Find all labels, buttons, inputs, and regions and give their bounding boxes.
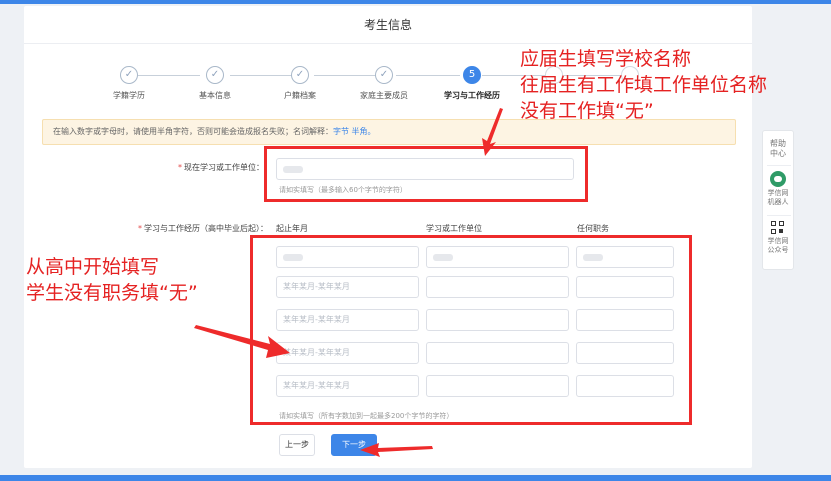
check-icon: ✓: [206, 66, 224, 84]
required-mark: *: [178, 163, 182, 172]
step-4[interactable]: ✓ 家庭主要成员: [344, 66, 424, 101]
history-label: * 学习与工作经历（高中毕业后起）：: [118, 223, 268, 234]
check-icon: ✓: [375, 66, 393, 84]
page-title: 考生信息: [24, 6, 752, 44]
required-mark: *: [138, 224, 142, 233]
column-header-unit: 学习或工作单位: [426, 224, 482, 233]
annotation-line: 没有工作填“无”: [520, 100, 654, 122]
column-header-period: 起止年月: [276, 224, 308, 233]
step-1[interactable]: ✓ 学籍学历: [89, 66, 169, 101]
robot-icon: [770, 171, 786, 187]
top-accent-strip: [0, 0, 831, 4]
annotation-text-left: 从高中开始填写 学生没有职务填“无”: [26, 254, 198, 306]
annotation-text-top: 应届生填写学校名称 往届生有工作填工作单位名称 没有工作填“无”: [520, 46, 767, 124]
step-label: 户籍档案: [284, 91, 316, 100]
step-label: 学习与工作经历: [444, 91, 500, 100]
step-2[interactable]: ✓ 基本信息: [175, 66, 255, 101]
qr-code-icon: [771, 221, 785, 235]
robot-link[interactable]: 学信网 机器人: [763, 171, 793, 207]
divider: [767, 215, 791, 216]
official-account-link[interactable]: 学信网 公众号: [763, 221, 793, 255]
bottom-accent-strip: [0, 475, 831, 481]
annotation-line: 往届生有工作填工作单位名称: [520, 74, 768, 96]
help-center-label: 帮助 中心: [770, 139, 786, 158]
check-icon: ✓: [291, 66, 309, 84]
side-panel: 帮助 中心 学信网 机器人 学信网 公众号: [762, 130, 794, 270]
column-header-position: 任何职务: [577, 224, 609, 233]
help-center-link[interactable]: 帮助 中心: [763, 139, 793, 159]
next-button[interactable]: 下一步: [331, 434, 377, 456]
official-account-label: 学信网 公众号: [767, 237, 789, 254]
history-label-text: 学习与工作经历（高中毕业后起）：: [144, 224, 268, 233]
annotation-line: 学生没有职务填“无”: [26, 282, 198, 304]
divider: [767, 165, 791, 166]
robot-label: 学信网 机器人: [767, 189, 789, 206]
annotation-box-history: [250, 235, 692, 425]
notice-link[interactable]: 字节 半角。: [333, 127, 376, 136]
current-unit-label: * 现在学习或工作单位：: [164, 162, 264, 173]
step-label: 家庭主要成员: [360, 91, 408, 100]
check-icon: ✓: [120, 66, 138, 84]
annotation-line: 从高中开始填写: [26, 256, 160, 278]
step-label: 基本信息: [199, 91, 231, 100]
step-5[interactable]: 5 学习与工作经历: [432, 66, 512, 101]
step-number: 5: [463, 66, 481, 84]
step-3[interactable]: ✓ 户籍档案: [260, 66, 340, 101]
step-label: 学籍学历: [113, 91, 145, 100]
annotation-line: 应届生填写学校名称: [520, 48, 692, 70]
current-unit-label-text: 现在学习或工作单位：: [184, 163, 264, 172]
notice-text: 在输入数字或字母时，请使用半角字符，否则可能会造成报名失败；名词解释：: [53, 127, 333, 136]
prev-button[interactable]: 上一步: [279, 434, 315, 456]
annotation-box-current-unit: [264, 146, 588, 202]
